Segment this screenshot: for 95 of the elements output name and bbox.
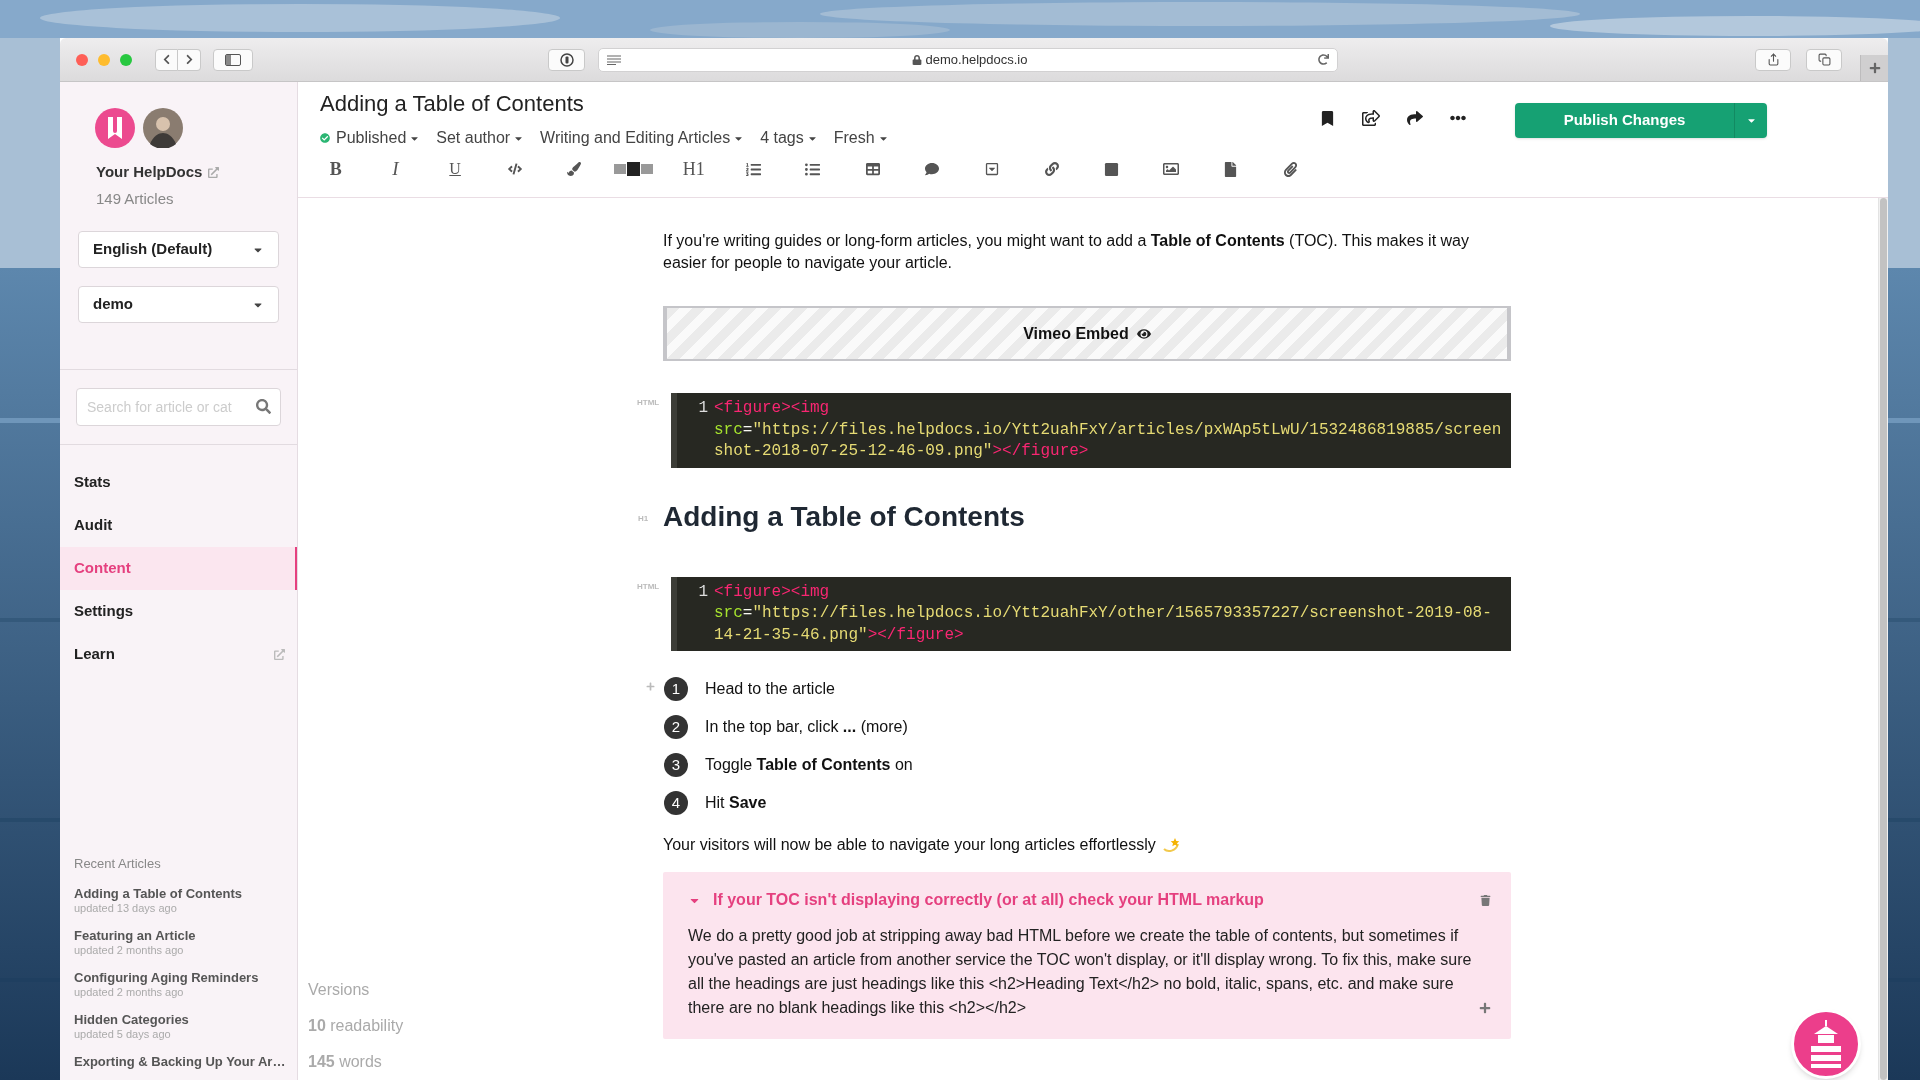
eye-icon[interactable]: [1136, 326, 1151, 341]
code-block[interactable]: 1 <figure><img src="https://files.helpdocs.io/Ytt2uahFxY/other/1565793357227/screenshot-2019-08-14-21-35-46.png"></figure>: [671, 576, 1511, 651]
password-button[interactable]: [548, 48, 585, 71]
code-text: <figure><img src="https://files.helpdocs.io/Ytt2uahFxY/articles/pxWAp5tLwU/1532486819885/screenshot-2018-07-25-12-46-09.png"></figure>: [714, 398, 1503, 462]
article-title[interactable]: Adding a Table of Contents: [320, 91, 1320, 117]
share-icon: [1766, 53, 1780, 66]
updated-time: updated 13 days ago: [74, 901, 178, 915]
color-swatch-icon[interactable]: [614, 162, 654, 176]
readability-score: 10 readability: [308, 1016, 405, 1036]
updated-time: updated 5 days ago: [74, 1027, 172, 1041]
check-icon: [320, 133, 330, 143]
step-text: Head to the article: [705, 679, 835, 699]
recent-article-link[interactable]: Exporting & Backing Up Your Ar…: [74, 1053, 297, 1070]
step-number: 2: [664, 715, 688, 739]
reload-icon[interactable]: [1318, 54, 1329, 65]
code-block[interactable]: 1 <figure><img src="https://files.helpdocs.io/Ytt2uahFxY/articles/pxWAp5tLwU/1532486819885/screenshot-2018-07-25-12-46-09.png"></figure>: [671, 393, 1511, 468]
step-number: 4: [664, 791, 688, 815]
code-text: <figure><img src="https://files.helpdocs.io/Ytt2uahFxY/other/1565793357227/screenshot-2019-08-14-21-35-46.png"></figure>: [714, 581, 1493, 646]
lock-icon: [911, 54, 922, 65]
bookmark-icon[interactable]: [1320, 110, 1335, 126]
comment-icon[interactable]: [925, 162, 940, 176]
block-type-label: HTML: [637, 397, 660, 409]
nav-item[interactable]: Settings: [60, 590, 297, 633]
forward-button[interactable]: [178, 48, 201, 71]
tabs-icon: [1817, 53, 1831, 66]
file-icon[interactable]: [1222, 161, 1238, 177]
step-text: Hit Save: [705, 793, 767, 813]
status-dropdown[interactable]: Published: [320, 126, 421, 150]
block-type-label: HTML: [637, 580, 660, 593]
reader-icon[interactable]: [607, 54, 621, 65]
nav-item[interactable]: Audit: [60, 504, 297, 547]
embed-label: Vimeo Embed: [1023, 323, 1129, 344]
heading-button[interactable]: H1: [682, 155, 705, 183]
url-text: demo.helpdocs.io: [925, 50, 1028, 69]
meta-dropdown[interactable]: Writing and Editing Articles: [540, 126, 745, 150]
site-name[interactable]: Your HelpDocs: [96, 161, 203, 184]
bold-button[interactable]: B: [329, 155, 342, 183]
step-text: In the top bar, click ... (more): [705, 717, 908, 737]
new-tab-button[interactable]: [1860, 55, 1888, 81]
language-dropdown[interactable]: English (Default): [78, 231, 279, 268]
scrollbar[interactable]: [1878, 198, 1888, 1080]
line-number: 1: [697, 398, 709, 419]
share-button[interactable]: [1755, 48, 1791, 71]
line-number: 1: [697, 581, 709, 603]
search-icon[interactable]: [256, 399, 271, 414]
avatar[interactable]: [143, 108, 183, 148]
recent-article-link[interactable]: Featuring an Article: [74, 927, 297, 944]
add-icon[interactable]: [1479, 1002, 1491, 1014]
paragraph: Your visitors will now be able to navigate your long articles effortlessly: [663, 835, 1156, 855]
step-number: 1: [664, 677, 688, 701]
key-circle-icon: [559, 52, 574, 67]
address-bar[interactable]: demo.helpdocs.io: [598, 47, 1338, 72]
recent-article-link[interactable]: Configuring Aging Reminders: [74, 969, 297, 986]
brush-icon[interactable]: [567, 162, 582, 176]
dropdown-box-icon[interactable]: [984, 162, 999, 176]
external-link-icon[interactable]: [1362, 109, 1380, 127]
article-count: 149 Articles: [95, 188, 175, 209]
recent-article-link[interactable]: Hidden Categories: [74, 1011, 297, 1028]
recent-article-link[interactable]: Adding a Table of Contents: [74, 885, 297, 902]
underline-button[interactable]: U: [449, 157, 461, 181]
bulleted-list-icon[interactable]: [805, 161, 821, 177]
word-count: 145 words: [308, 1052, 383, 1072]
step-text: Toggle Table of Contents on: [705, 755, 913, 775]
table-icon[interactable]: [865, 162, 880, 176]
dizzy-star-icon: [1161, 836, 1180, 854]
callout-text: We do a pretty good job at stripping away bad HTML before we create the table of contents, but sometimes if you've pasted an article from another service the TOC won't display, or it'll display wrong. To fix this, make sure all the headings are just headings like this <h2>Heading Text</h2> no bold, italic, spans, etc. and make sure there are no blank headings like this <h2></h2>: [688, 926, 1473, 1018]
sidebar-toggle-button[interactable]: [213, 48, 253, 71]
link-icon[interactable]: [1044, 162, 1059, 176]
paragraph: If you're writing guides or long-form articles, you might want to add a Table of Contents (TOC). This makes it way easier for people to navigate your article.: [663, 231, 1470, 273]
nav-item[interactable]: Stats: [60, 461, 297, 504]
article-heading: Adding a Table of Contents: [663, 500, 1025, 532]
meta-dropdown[interactable]: 4 tags: [760, 126, 818, 150]
code-icon[interactable]: [507, 162, 522, 176]
numbered-list-icon[interactable]: [745, 161, 761, 177]
step-number: 3: [664, 753, 688, 777]
project-dropdown[interactable]: demo: [78, 286, 279, 323]
image-icon[interactable]: [1162, 161, 1179, 177]
updated-time: updated 2 months ago: [74, 943, 185, 957]
meta-dropdown[interactable]: Fresh: [833, 126, 889, 150]
video-embed[interactable]: Vimeo Embed: [663, 306, 1511, 361]
recent-articles-heading: Recent Articles: [73, 855, 162, 873]
sidebar-icon: [225, 53, 241, 66]
logo-icon: [95, 108, 135, 148]
delete-icon[interactable]: [1480, 894, 1491, 906]
tabs-button[interactable]: [1806, 48, 1842, 71]
block-type-label: H1: [638, 512, 649, 525]
updated-time: updated 2 months ago: [74, 985, 185, 999]
nav-item[interactable]: Learn: [60, 633, 297, 676]
chevron-left-icon: [161, 54, 172, 65]
meta-dropdown[interactable]: Set author: [436, 126, 525, 150]
paperclip-icon[interactable]: [1282, 161, 1298, 177]
plus-icon: [1868, 62, 1881, 74]
italic-button[interactable]: I: [392, 154, 399, 184]
share-icon[interactable]: [1407, 110, 1423, 126]
back-button[interactable]: [155, 48, 178, 71]
